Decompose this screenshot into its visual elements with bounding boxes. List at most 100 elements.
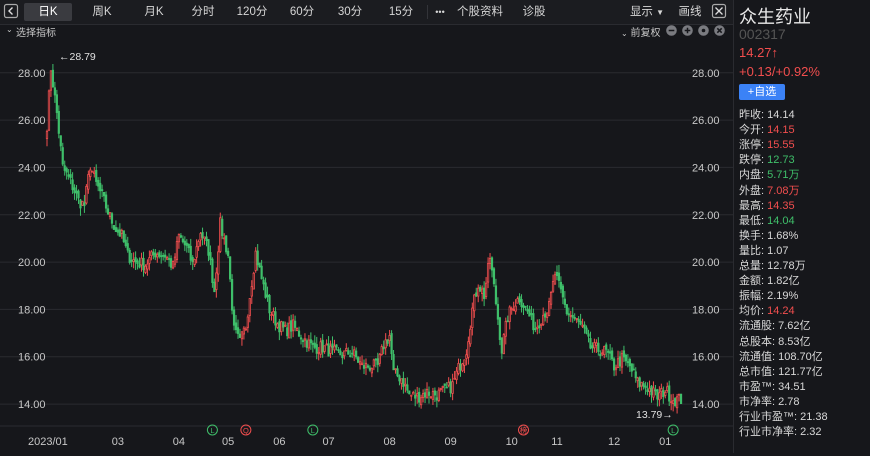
candle-body	[477, 287, 480, 297]
zoom-in-icon[interactable]	[682, 25, 693, 39]
quote-value: 34.51	[778, 380, 806, 393]
candle-body	[457, 362, 460, 374]
candle-body	[526, 308, 529, 312]
candle-body	[620, 353, 624, 368]
display-dropdown[interactable]: 显示 ▼	[624, 3, 670, 21]
candle-body	[136, 260, 139, 264]
indicator-bar: ⌄ 选择指标 ⌄ 前复权	[0, 24, 733, 39]
candle-body	[185, 242, 188, 246]
kline-svg[interactable]: 28.00 28.00 26.00 26.00 24.00 24.00 22.00 22.00…	[0, 38, 733, 453]
chevron-down-icon[interactable]: ⌄	[6, 25, 13, 34]
indicator-selector[interactable]: 选择指标	[16, 24, 56, 39]
candle-body	[579, 320, 582, 325]
candle-body	[382, 346, 385, 350]
candle-body	[496, 304, 500, 320]
candle-body	[577, 318, 580, 322]
min-price-label: 13.79→	[636, 409, 673, 421]
tab-month-k[interactable]: 月K	[132, 3, 176, 21]
close-icon[interactable]	[714, 25, 725, 39]
tab-15min[interactable]: 15分	[378, 3, 424, 21]
candle-body	[603, 346, 606, 355]
candle-body	[398, 375, 401, 382]
candle-body	[248, 298, 251, 316]
candle-body	[591, 345, 594, 349]
adjust-dropdown[interactable]: ⌄ 前复权	[621, 24, 660, 39]
candle-body	[242, 327, 246, 335]
candle-body	[652, 387, 655, 398]
candle-body	[650, 385, 653, 396]
candle-body	[396, 368, 399, 377]
candle-body	[132, 259, 135, 262]
candle-body	[575, 317, 578, 320]
candle-body	[81, 200, 84, 206]
candle-body	[339, 350, 342, 356]
drawline-button[interactable]: 画线	[674, 3, 706, 21]
candle-body	[646, 389, 649, 392]
tab-time[interactable]: 分时	[184, 3, 222, 21]
candle-body	[516, 298, 519, 304]
candle-body	[169, 258, 173, 268]
tab-30min[interactable]: 30分	[330, 3, 370, 21]
quote-label: 昨收:	[739, 109, 765, 121]
candle-body	[573, 317, 576, 319]
candle-body	[418, 391, 421, 403]
add-watchlist-button[interactable]: +自选	[739, 84, 785, 100]
candle-body	[636, 377, 639, 382]
candle-body	[394, 368, 397, 371]
tab-week-k[interactable]: 周K	[80, 3, 124, 21]
tab-60min[interactable]: 60分	[282, 3, 322, 21]
candle-body	[431, 391, 435, 400]
candle-body	[605, 344, 608, 350]
y-tick-label-left: 28.00	[18, 68, 46, 80]
candle-body	[85, 185, 88, 204]
more-button[interactable]: •••	[430, 3, 450, 21]
candle-body	[449, 381, 452, 394]
quote-row: 跌停: 12.73	[739, 153, 795, 168]
quote-row: 流通股: 7.62亿	[739, 319, 811, 334]
candle-body	[270, 314, 273, 317]
candle-body	[616, 358, 620, 368]
tab-day-k[interactable]: 日K	[24, 3, 72, 21]
candle-body	[463, 359, 466, 366]
candle-body	[201, 232, 204, 238]
candle-body	[215, 272, 218, 290]
tab-120min[interactable]: 120分	[230, 3, 274, 21]
candle-body	[299, 337, 303, 340]
candle-body	[166, 257, 169, 260]
quote-label: 振幅:	[739, 290, 765, 303]
candle-body	[362, 365, 366, 369]
quote-row: 最高: 14.35	[739, 199, 795, 214]
candle-body	[644, 385, 647, 389]
quote-label: 总量:	[739, 260, 765, 272]
diagnose-button[interactable]: 诊股	[512, 3, 556, 21]
candle-body	[183, 240, 186, 246]
quote-row: 涨停: 15.55	[739, 138, 795, 153]
candle-body	[553, 274, 557, 285]
candle-body	[455, 370, 458, 381]
prev-icon[interactable]	[3, 3, 19, 21]
candle-body	[612, 358, 616, 371]
candle-body	[547, 301, 551, 316]
candle-body	[414, 394, 417, 399]
candle-body	[406, 384, 409, 391]
candle-body	[47, 90, 51, 131]
zoom-out-icon[interactable]	[666, 25, 677, 39]
kline-chart[interactable]: 28.00 28.00 26.00 26.00 24.00 24.00 22.00 22.00…	[0, 38, 733, 453]
stock-info-button[interactable]: 个股资料	[454, 3, 506, 21]
quote-row: 振幅: 2.19%	[739, 289, 798, 304]
candle-body	[164, 254, 167, 258]
y-tick-label-left: 26.00	[18, 115, 46, 127]
candle-body	[158, 252, 161, 257]
candle-body	[305, 340, 309, 348]
candle-body	[370, 368, 374, 374]
candle-body	[374, 358, 377, 361]
candle-body	[264, 282, 267, 298]
stock-change: +0.13/+0.92%	[739, 64, 820, 79]
candle-body	[549, 291, 553, 305]
candle-body	[227, 250, 230, 256]
grid-icon[interactable]	[711, 3, 727, 21]
settings-icon[interactable]	[698, 25, 709, 39]
stock-code: 002317	[739, 26, 786, 42]
quote-row: 总股本: 8.53亿	[739, 335, 811, 350]
quote-panel: 众生药业 002317 14.27↑ +0.13/+0.92% +自选 昨收: …	[733, 0, 870, 453]
